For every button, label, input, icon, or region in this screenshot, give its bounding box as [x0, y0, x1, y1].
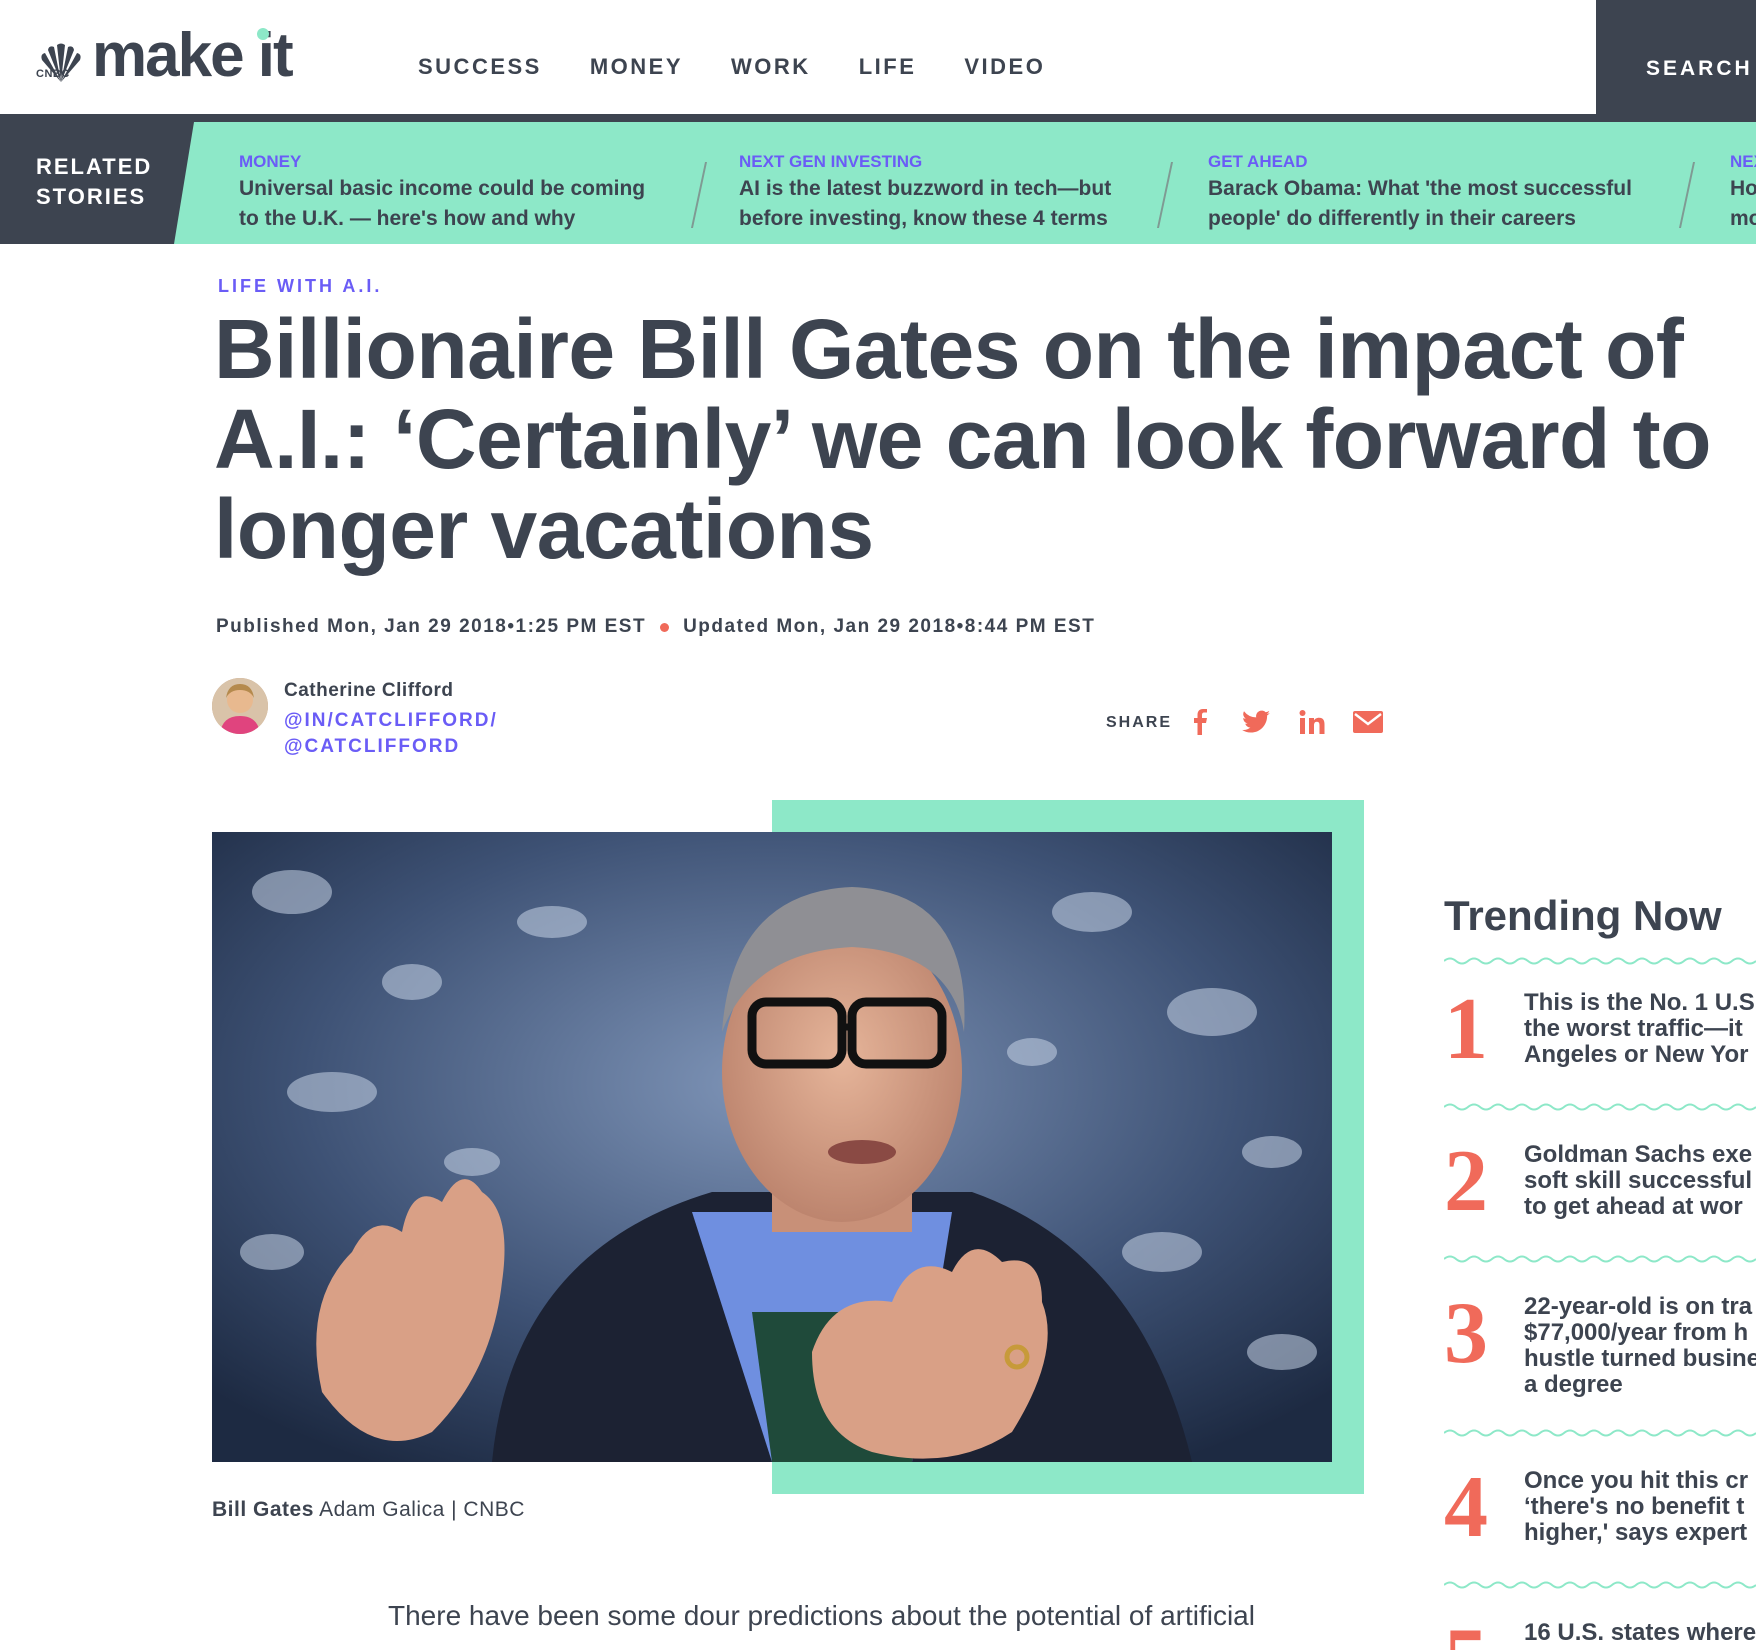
image-caption: Bill Gates Adam Galica | CNBC: [212, 1498, 525, 1522]
share-label: SHARE: [1106, 714, 1173, 731]
trending-line: This is the No. 1 U.S.: [1524, 990, 1756, 1016]
nav-money[interactable]: MONEY: [590, 54, 683, 80]
site-header: make it CNBC SUCCESS MONEY WORK LIFE VID…: [0, 0, 1756, 114]
trending-line: hustle turned busine: [1524, 1345, 1756, 1372]
nav-success[interactable]: SUCCESS: [418, 54, 542, 80]
story-title-line: AI is the latest buzzword in tech—but: [739, 177, 1112, 200]
trending-divider: [1444, 1581, 1756, 1589]
trending-number: 3: [1444, 1285, 1488, 1382]
logo-dot: [256, 28, 269, 40]
related-stories-track: MONEY Universal basic income could be co…: [174, 122, 1756, 244]
search-button[interactable]: SEARCH: [1596, 0, 1756, 114]
nav-video[interactable]: VIDEO: [964, 54, 1045, 80]
trending-divider: [1444, 1103, 1756, 1111]
trending-title: Trending Now: [1444, 892, 1722, 939]
story-title-line: Ho: [1730, 177, 1756, 200]
story-title-line: Universal basic income could be coming: [239, 177, 646, 200]
published-date: Published Mon, Jan 29 2018•1:25 PM EST: [216, 616, 647, 637]
article-dates: Published Mon, Jan 29 2018•1:25 PM EST U…: [216, 616, 1095, 638]
story-divider: [690, 162, 708, 228]
facebook-icon[interactable]: [1184, 706, 1216, 738]
trending-number: 4: [1444, 1459, 1488, 1556]
cnbc-label: CNBC: [36, 68, 70, 80]
author-linkedin-link[interactable]: @IN/CATCLIFFORD/: [284, 710, 498, 732]
trending-line: 22-year-old is on tra: [1524, 1294, 1753, 1320]
trending-line: Once you hit this cr: [1524, 1468, 1749, 1494]
trending-line: Goldman Sachs exe: [1524, 1142, 1753, 1168]
trending-number: 5: [1444, 1616, 1488, 1650]
trending-line: to get ahead at wor: [1524, 1193, 1743, 1220]
trending-line: the worst traffic—it: [1524, 1015, 1743, 1042]
trending-line: a degree: [1524, 1371, 1623, 1398]
trending-headline: Goldman Sachs exe soft skill successful …: [1524, 1142, 1756, 1220]
trending-headline: Once you hit this cr ‘there's no benefit…: [1524, 1468, 1756, 1546]
story-title-line: before investing, know these 4 terms: [739, 207, 1108, 230]
email-icon[interactable]: [1352, 706, 1384, 738]
author-twitter-link[interactable]: @CATCLIFFORD: [284, 736, 460, 758]
trending-number: 1: [1444, 981, 1488, 1078]
story-title-line: to the U.K. — here's how and why: [239, 207, 576, 230]
story-category: NEX: [1730, 152, 1756, 171]
related-story-3[interactable]: GET AHEAD Barack Obama: What 'the most s…: [1208, 152, 1632, 234]
avatar-image: [212, 678, 268, 734]
site-logo[interactable]: make it: [36, 25, 294, 87]
story-divider: [1156, 162, 1174, 228]
story-category: GET AHEAD: [1208, 152, 1308, 171]
article-section-label[interactable]: LIFE WITH A.I.: [218, 276, 382, 297]
trending-headline: 16 U.S. states where: [1524, 1620, 1756, 1646]
updated-date: Updated Mon, Jan 29 2018•8:44 PM EST: [683, 616, 1096, 637]
linkedin-icon[interactable]: [1296, 706, 1328, 738]
nav-work[interactable]: WORK: [731, 54, 811, 80]
author-avatar[interactable]: [212, 678, 268, 734]
trending-divider: [1444, 1255, 1756, 1263]
trending-line: ‘there's no benefit t: [1524, 1493, 1745, 1520]
trending-number: 2: [1444, 1133, 1488, 1230]
story-title-line: mo: [1730, 207, 1756, 230]
related-stories-label: RELATED STORIES: [36, 152, 153, 212]
trending-line: soft skill successful: [1524, 1167, 1753, 1194]
story-title-line: Barack Obama: What 'the most successful: [1208, 177, 1632, 200]
trending-headline: This is the No. 1 U.S. the worst traffic…: [1524, 990, 1756, 1068]
article-hero-image[interactable]: [212, 832, 1332, 1462]
search-label: SEARCH: [1646, 57, 1753, 80]
trending-line: 16 U.S. states where: [1524, 1620, 1756, 1646]
trending-line: Angeles or New Yor: [1524, 1041, 1749, 1068]
story-divider: [1678, 162, 1696, 228]
nav-life[interactable]: LIFE: [859, 54, 917, 80]
story-category: NEXT GEN INVESTING: [739, 152, 923, 171]
author-name[interactable]: Catherine Clifford: [284, 680, 453, 702]
article-body-first-line: There have been some dour predictions ab…: [388, 1600, 1255, 1631]
related-story-4[interactable]: NEX Ho mo: [1730, 152, 1756, 234]
trending-divider: [1444, 1429, 1756, 1437]
twitter-icon[interactable]: [1240, 706, 1272, 738]
bill-gates-photo: [212, 832, 1332, 1462]
trending-headline: 22-year-old is on tra $77,000/year from …: [1524, 1294, 1756, 1398]
caption-subject: Bill Gates: [212, 1498, 314, 1521]
trending-line: $77,000/year from h: [1524, 1319, 1749, 1346]
related-stories-bar: RELATED STORIES MONEY Universal basic in…: [0, 114, 1756, 244]
related-story-1[interactable]: MONEY Universal basic income could be co…: [239, 152, 645, 234]
story-title-line: people' do differently in their careers: [1208, 207, 1576, 230]
story-category: MONEY: [239, 152, 302, 171]
caption-credit: Adam Galica | CNBC: [319, 1498, 525, 1521]
related-label-line1: RELATED: [36, 154, 153, 179]
related-story-2[interactable]: NEXT GEN INVESTING AI is the latest buzz…: [739, 152, 1111, 234]
related-label-line2: STORIES: [36, 184, 147, 209]
article-headline: Billionaire Bill Gates on the impact of …: [214, 302, 1711, 576]
date-separator-dot: [660, 622, 670, 632]
trending-divider: [1444, 957, 1756, 965]
main-nav: SUCCESS MONEY WORK LIFE VIDEO: [418, 54, 1045, 80]
trending-line: higher,' says expert: [1524, 1519, 1748, 1546]
